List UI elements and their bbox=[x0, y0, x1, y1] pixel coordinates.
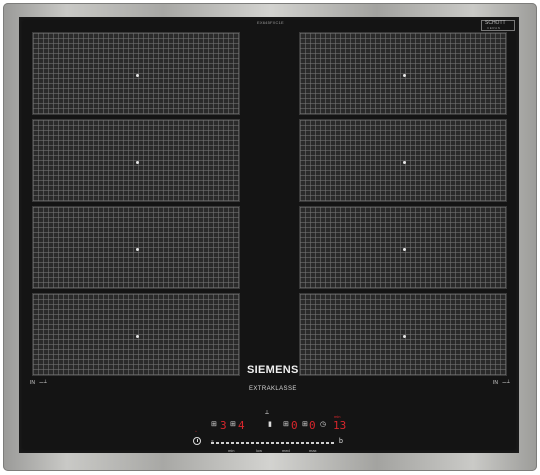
power-icon[interactable] bbox=[193, 437, 201, 445]
siemens-logo: SIEMENS bbox=[247, 364, 299, 376]
zone-marker-dot bbox=[136, 161, 139, 164]
timer-display: 13 bbox=[333, 419, 347, 432]
left2-display-level: 4 bbox=[238, 419, 245, 432]
slider-label-low: low bbox=[256, 448, 263, 453]
left-flex-icon: ⚊⟂ bbox=[39, 379, 47, 385]
zone-marker-dot bbox=[403, 161, 406, 164]
slider-label-max: max bbox=[309, 448, 317, 453]
slider-boost-icon[interactable]: b bbox=[339, 438, 343, 446]
zone-select-right2-icon[interactable]: ⊞ bbox=[302, 421, 308, 429]
zone-marker-dot bbox=[403, 335, 406, 338]
zone-marker-dot bbox=[403, 248, 406, 251]
zone-select-right-icon[interactable]: ⊞ bbox=[283, 421, 289, 429]
slider-label-min: min bbox=[228, 448, 235, 453]
cooking-zone-right-1[interactable] bbox=[299, 32, 507, 115]
power-indicator: ^ bbox=[195, 429, 197, 434]
cooking-zone-right-3[interactable] bbox=[299, 206, 507, 289]
right-display-level: 0 bbox=[291, 419, 298, 432]
serial-number: EX645FXC1E bbox=[257, 20, 284, 25]
zone-marker-dot bbox=[403, 74, 406, 77]
glass-brand-sub: CERAN bbox=[487, 26, 501, 30]
cooking-zone-right-2[interactable] bbox=[299, 119, 507, 202]
cooking-zone-right-4[interactable] bbox=[299, 293, 507, 376]
cooking-zone-left-1[interactable] bbox=[32, 32, 240, 115]
glass-brand-badge: SCHOTT CERAN bbox=[481, 20, 515, 31]
right2-display-level: 0 bbox=[309, 419, 316, 432]
zone-select-left2-icon[interactable]: ⊞ bbox=[230, 421, 236, 429]
right-induction-label: IN bbox=[493, 380, 498, 386]
power-level-slider[interactable] bbox=[211, 442, 334, 444]
slider-label-med: med bbox=[282, 448, 290, 453]
move-function-icon[interactable]: ▮ bbox=[268, 421, 272, 429]
cooking-zone-left-3[interactable] bbox=[32, 206, 240, 289]
zone-marker-dot bbox=[136, 248, 139, 251]
left-induction-label: IN bbox=[30, 380, 35, 386]
flex-zone-icon[interactable]: ⟂ bbox=[265, 409, 269, 417]
cooking-zone-left-4[interactable] bbox=[32, 293, 240, 376]
left-display-level: 3 bbox=[220, 419, 227, 432]
zone-select-left-icon[interactable]: ⊞ bbox=[211, 421, 217, 429]
series-label: EXTRAKLASSE bbox=[249, 386, 297, 392]
zone-marker-dot bbox=[136, 335, 139, 338]
right-flex-icon: ⚊⟂ bbox=[502, 379, 510, 385]
cooking-zone-left-2[interactable] bbox=[32, 119, 240, 202]
timer-icon[interactable]: ◷ bbox=[320, 421, 326, 429]
zone-marker-dot bbox=[136, 74, 139, 77]
